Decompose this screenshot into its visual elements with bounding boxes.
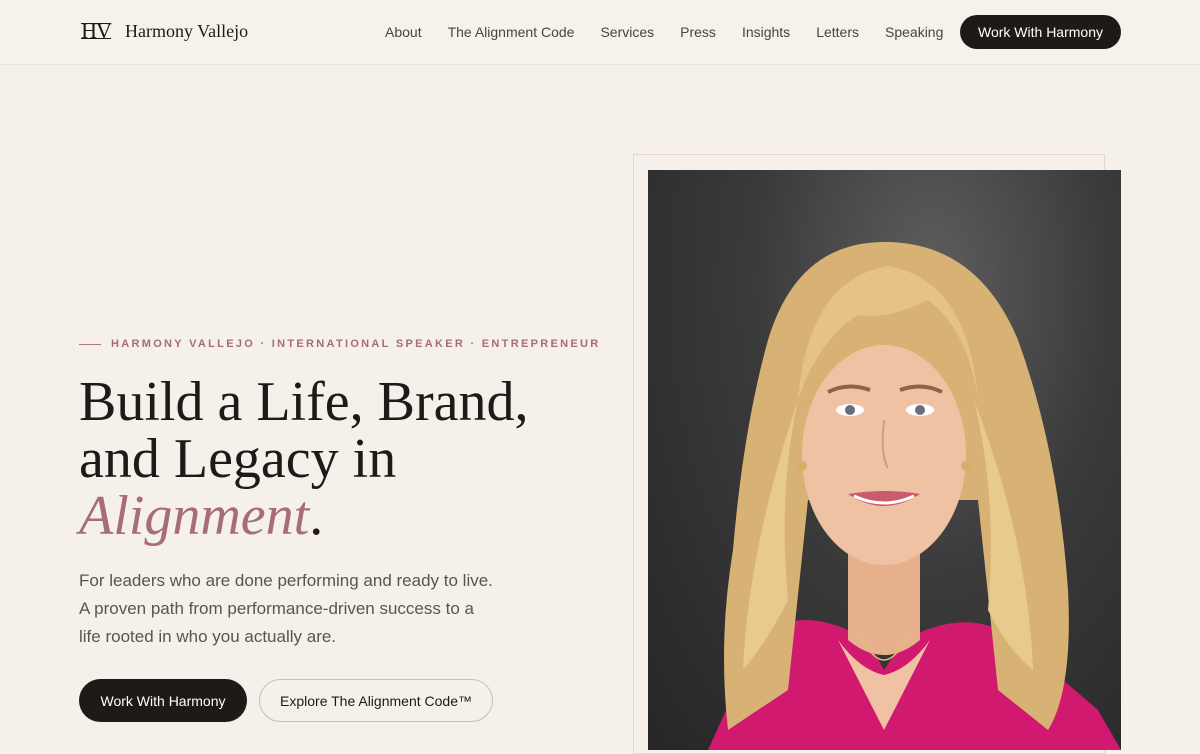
logo-monogram: HV	[79, 18, 113, 44]
hero-work-with-button[interactable]: Work With Harmony	[79, 679, 247, 722]
subtext-line-2: A proven path from performance-driven su…	[79, 599, 474, 618]
header-work-with-button[interactable]: Work With Harmony	[960, 15, 1121, 49]
hero-explore-button[interactable]: Explore The Alignment Code™	[259, 679, 493, 722]
nav-speaking[interactable]: Speaking	[885, 22, 943, 42]
subtext-line-3: life rooted in who you actually are.	[79, 627, 337, 646]
headline-accent: Alignment	[79, 485, 310, 547]
logo-name: Harmony Vallejo	[125, 20, 249, 41]
nav-letters[interactable]: Letters	[816, 22, 859, 42]
headline-line-2: and Legacy in	[79, 428, 397, 490]
portrait-illustration	[708, 241, 1121, 750]
logo[interactable]: HV Harmony Vallejo	[79, 18, 248, 44]
eyebrow-text: HARMONY VALLEJO · INTERNATIONAL SPEAKER …	[111, 338, 601, 350]
nav-insights[interactable]: Insights	[742, 22, 790, 42]
subtext-line-1: For leaders who are done performing and …	[79, 571, 493, 590]
site-header: HV Harmony Vallejo About The Alignment C…	[0, 0, 1200, 65]
portrait-photo	[648, 170, 1121, 750]
headline-period: .	[309, 485, 324, 547]
eyebrow-divider	[79, 343, 101, 345]
headline-line-1: Build a Life, Brand,	[79, 371, 529, 433]
nav-services[interactable]: Services	[600, 22, 654, 42]
main-nav: About The Alignment Code Services Press …	[385, 22, 943, 42]
hero-eyebrow: HARMONY VALLEJO · INTERNATIONAL SPEAKER …	[79, 338, 600, 350]
hero-headline: Build a Life, Brand, and Legacy in Align…	[79, 374, 619, 545]
nav-about[interactable]: About	[385, 22, 422, 42]
hero-subtext: For leaders who are done performing and …	[79, 567, 519, 651]
nav-alignment-code[interactable]: The Alignment Code	[448, 22, 575, 42]
nav-press[interactable]: Press	[680, 22, 716, 42]
